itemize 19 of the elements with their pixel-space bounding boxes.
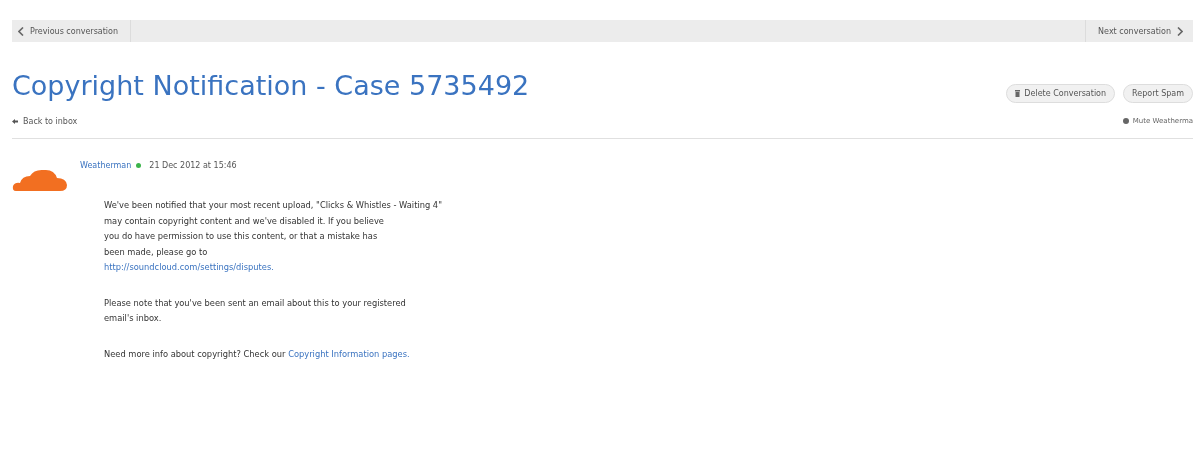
message-link[interactable]: Copyright Information pages.: [288, 348, 410, 359]
arrow-icon: [12, 119, 18, 124]
message-paragraph: We've been notified that your most recent upload, "Clicks & Whistles - Waiting 4" may contain copyright content and we've disabled it. If you believe you do have permission to use this content, or that a mistake has been made, please go to http://soundcloud.com/settings/disputes.: [104, 199, 442, 274]
message-paragraph: Please note that you've been sent an email about this to your registered email's inbox.: [104, 296, 407, 325]
message-link[interactable]: http://soundcloud.com/settings/disputes.: [104, 262, 274, 272]
back-to-inbox-link[interactable]: Back to inbox: [12, 117, 530, 126]
previous-conversation-link[interactable]: Previous conversation: [12, 20, 132, 42]
delete-conversation-button[interactable]: Delete Conversation: [1006, 84, 1116, 103]
cloud-logo-icon: [12, 167, 68, 193]
next-conversation-link[interactable]: Next conversation: [1085, 20, 1193, 42]
speaker-icon: [1122, 118, 1129, 124]
trash-icon: [1015, 90, 1021, 97]
chevron-right-icon: [1177, 26, 1183, 36]
chevron-left-icon: [18, 26, 24, 36]
conversation-title: Copyright Notification - Case 5735492: [12, 70, 530, 101]
report-spam-button[interactable]: Report Spam: [1123, 84, 1193, 103]
message-date: 21 Dec 2012 at 15:46: [149, 161, 237, 170]
sender-link[interactable]: Weatherman: [80, 161, 132, 170]
message-paragraph: Need more info about copyright? Check our Copyright Information pages.: [104, 347, 411, 361]
